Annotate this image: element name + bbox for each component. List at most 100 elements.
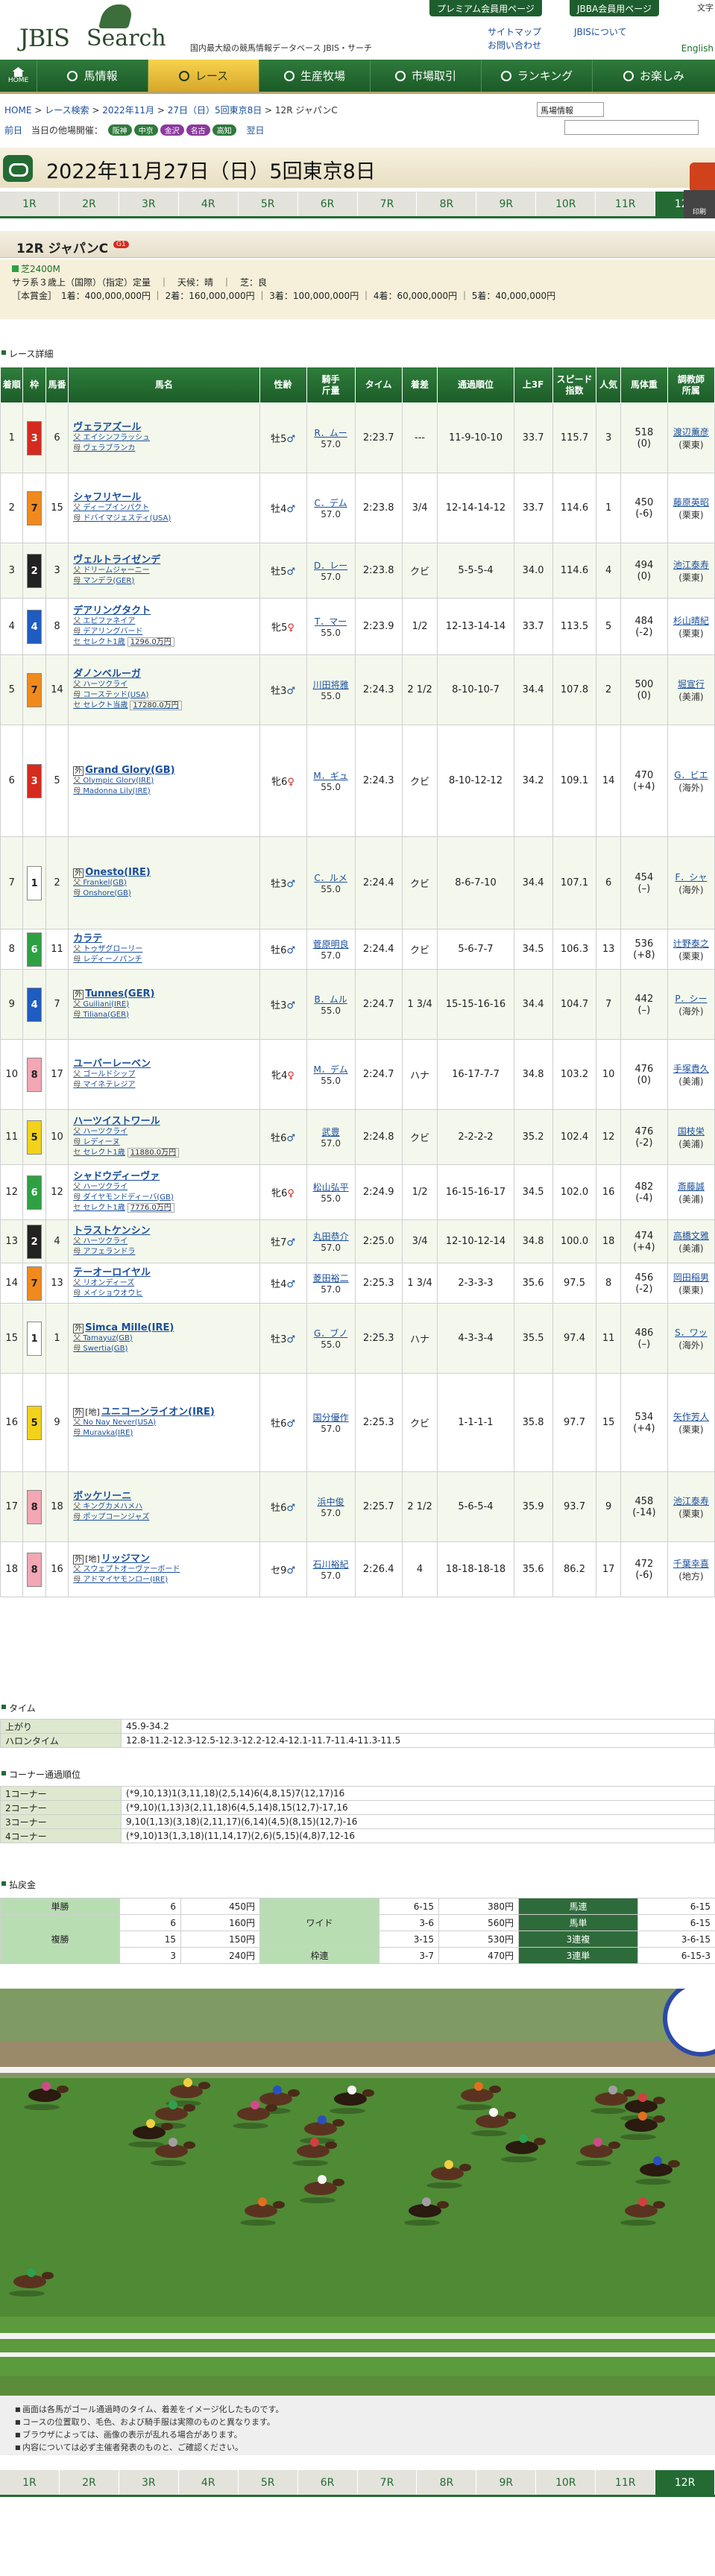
dam-link[interactable]: Muravka(IRE) bbox=[73, 1428, 257, 1439]
font-size-label[interactable]: 文字 bbox=[697, 1, 714, 13]
trainer-link[interactable]: 渡辺薫彦 bbox=[670, 426, 713, 438]
jbis-search-logo[interactable]: JBIS Search bbox=[9, 4, 180, 52]
jockey-link[interactable]: 浜中俊 bbox=[309, 1495, 353, 1508]
race-tab-9r[interactable]: 9R bbox=[476, 2470, 537, 2495]
race-tab-1r[interactable]: 1R bbox=[0, 2470, 60, 2495]
jockey-link[interactable]: 武豊 bbox=[309, 1126, 353, 1138]
race-tab-6r[interactable]: 6R bbox=[298, 192, 358, 216]
dam-link[interactable]: アフェランドラ bbox=[73, 1247, 257, 1257]
trainer-link[interactable]: 矢作芳人 bbox=[670, 1410, 713, 1423]
trainer-link[interactable]: 堀宣行 bbox=[670, 678, 713, 690]
horse-name-link[interactable]: Grand Glory(GB) bbox=[85, 765, 174, 776]
horse-name-link[interactable]: リッジマン bbox=[101, 1553, 150, 1565]
dam-link[interactable]: ヴェラブランカ bbox=[73, 443, 257, 454]
dam-link[interactable]: マンデラ(GER) bbox=[73, 576, 257, 587]
horse-name-link[interactable]: ヴェラアズール bbox=[73, 422, 141, 433]
nav-market[interactable]: 市場取引 bbox=[371, 60, 482, 92]
nav-home[interactable]: HOME bbox=[0, 60, 37, 92]
race-tab-12r[interactable]: 12R bbox=[655, 2470, 715, 2495]
side-tab-icon[interactable] bbox=[690, 162, 715, 192]
jockey-link[interactable]: M．ギュ bbox=[309, 769, 353, 782]
about-jbis-link[interactable]: JBISについて bbox=[574, 25, 627, 38]
sale-link[interactable]: セレクト1歳 bbox=[83, 1149, 125, 1157]
horse-name-link[interactable]: ダノンベルーガ bbox=[73, 669, 141, 680]
sire-link[interactable]: リオンディーズ bbox=[73, 1278, 257, 1289]
jockey-link[interactable]: C．デム bbox=[309, 496, 353, 509]
venue-badge[interactable]: 中京 bbox=[133, 124, 158, 136]
trainer-link[interactable]: 国枝栄 bbox=[670, 1125, 713, 1137]
breadcrumb-day[interactable]: 27日（日）5回東京8日 bbox=[168, 105, 262, 116]
race-tab-6r[interactable]: 6R bbox=[298, 2470, 358, 2495]
breadcrumb-month[interactable]: 2022年11月 bbox=[102, 105, 154, 116]
breadcrumb-race-search[interactable]: レース検索 bbox=[45, 105, 89, 116]
race-tab-8r[interactable]: 8R bbox=[417, 192, 477, 216]
jockey-link[interactable]: D．レー bbox=[309, 559, 353, 572]
sale-link[interactable]: セレクト当歳 bbox=[83, 701, 127, 710]
race-tab-10r[interactable]: 10R bbox=[536, 2470, 596, 2495]
horse-name-link[interactable]: ユニコーンライオン(IRE) bbox=[101, 1407, 215, 1418]
dam-link[interactable]: ポップコーンジャズ bbox=[73, 1512, 257, 1523]
trainer-link[interactable]: S．ワッ bbox=[670, 1326, 713, 1339]
sire-link[interactable]: ゴールドシップ bbox=[73, 1070, 257, 1080]
trainer-link[interactable]: P．シー bbox=[670, 992, 713, 1005]
sale-link[interactable]: セレクト1歳 bbox=[83, 638, 125, 646]
sire-link[interactable]: ディープインパクト bbox=[73, 503, 257, 514]
sire-link[interactable]: ハーツクライ bbox=[73, 1127, 257, 1137]
race-tab-5r[interactable]: 5R bbox=[239, 2470, 298, 2495]
race-tab-7r[interactable]: 7R bbox=[358, 192, 418, 216]
trainer-link[interactable]: G．ビエ bbox=[670, 768, 713, 781]
trainer-link[interactable]: 藤原英昭 bbox=[670, 496, 713, 508]
dam-link[interactable]: Swertia(GB) bbox=[73, 1344, 257, 1354]
horse-name-link[interactable]: ユーバーレーベン bbox=[73, 1058, 151, 1070]
jockey-link[interactable]: 丸田恭介 bbox=[309, 1230, 353, 1243]
jockey-link[interactable]: 松山弘平 bbox=[309, 1181, 353, 1193]
sire-link[interactable]: ハーツクライ bbox=[73, 680, 257, 690]
race-tab-8r[interactable]: 8R bbox=[417, 2470, 477, 2495]
next-day-link[interactable]: 翌日 bbox=[247, 125, 265, 136]
horse-name-link[interactable]: ヴェルトライゼンデ bbox=[73, 555, 160, 566]
nav-ranking[interactable]: ランキング bbox=[482, 60, 593, 92]
trainer-link[interactable]: 斎藤誠 bbox=[670, 1180, 713, 1193]
sire-link[interactable]: スウェプトオーヴァーボード bbox=[73, 1565, 257, 1575]
race-tab-3r[interactable]: 3R bbox=[119, 192, 179, 216]
jockey-link[interactable]: C．ルメ bbox=[309, 871, 353, 884]
venue-badge[interactable]: 名古 bbox=[186, 124, 210, 136]
dam-link[interactable]: コーステッド(USA) bbox=[73, 690, 257, 701]
sire-link[interactable]: エピファネイア bbox=[73, 616, 257, 627]
jockey-link[interactable]: M．デム bbox=[309, 1063, 353, 1076]
sire-link[interactable]: ハーツクライ bbox=[73, 1237, 257, 1247]
jockey-link[interactable]: 国分優作 bbox=[309, 1411, 353, 1424]
race-tab-2r[interactable]: 2R bbox=[60, 192, 119, 216]
horse-name-link[interactable]: デアリングタクト bbox=[73, 605, 151, 616]
trainer-link[interactable]: 杉山晴紀 bbox=[670, 614, 713, 627]
race-tab-9r[interactable]: 9R bbox=[476, 192, 537, 216]
nav-breeder[interactable]: 生産牧場 bbox=[259, 60, 371, 92]
jockey-link[interactable]: 菅原明良 bbox=[309, 938, 353, 950]
dam-link[interactable]: Madonna Lily(IRE) bbox=[73, 786, 257, 797]
horse-name-link[interactable]: カラテ bbox=[73, 933, 102, 944]
sale-link[interactable]: セレクト1歳 bbox=[83, 1204, 125, 1212]
venue-badge[interactable]: 高知 bbox=[212, 124, 236, 136]
race-tab-10r[interactable]: 10R bbox=[536, 192, 596, 216]
venue-badge[interactable]: 阪神 bbox=[107, 124, 132, 136]
venue-badge[interactable]: 金沢 bbox=[160, 124, 184, 136]
race-tab-3r[interactable]: 3R bbox=[119, 2470, 179, 2495]
sire-link[interactable]: ハーツクライ bbox=[73, 1182, 257, 1193]
race-tab-11r[interactable]: 11R bbox=[596, 192, 656, 216]
trainer-link[interactable]: F．シャ bbox=[670, 871, 713, 883]
jockey-link[interactable]: G．ブノ bbox=[309, 1327, 353, 1339]
sitemap-link[interactable]: サイトマップ bbox=[488, 25, 541, 38]
nav-fun[interactable]: お楽しみ bbox=[593, 60, 715, 92]
jockey-link[interactable]: 石川裕紀 bbox=[309, 1558, 353, 1570]
breadcrumb-home[interactable]: HOME bbox=[4, 105, 31, 116]
race-tab-7r[interactable]: 7R bbox=[358, 2470, 418, 2495]
prev-day-link[interactable]: 前日 bbox=[4, 125, 22, 136]
race-tab-11r[interactable]: 11R bbox=[596, 2470, 656, 2495]
sire-link[interactable]: Tamayuz(GB) bbox=[73, 1333, 257, 1344]
contact-link[interactable]: お問い合わせ bbox=[488, 39, 541, 51]
horse-name-link[interactable]: シャフリヤール bbox=[73, 492, 141, 503]
jockey-link[interactable]: R．ムー bbox=[309, 426, 353, 439]
sire-link[interactable]: No Nay Never(USA) bbox=[73, 1418, 257, 1428]
dam-link[interactable]: メイショウオウヒ bbox=[73, 1289, 257, 1299]
course-info-select[interactable]: 馬場情報 bbox=[537, 102, 604, 117]
